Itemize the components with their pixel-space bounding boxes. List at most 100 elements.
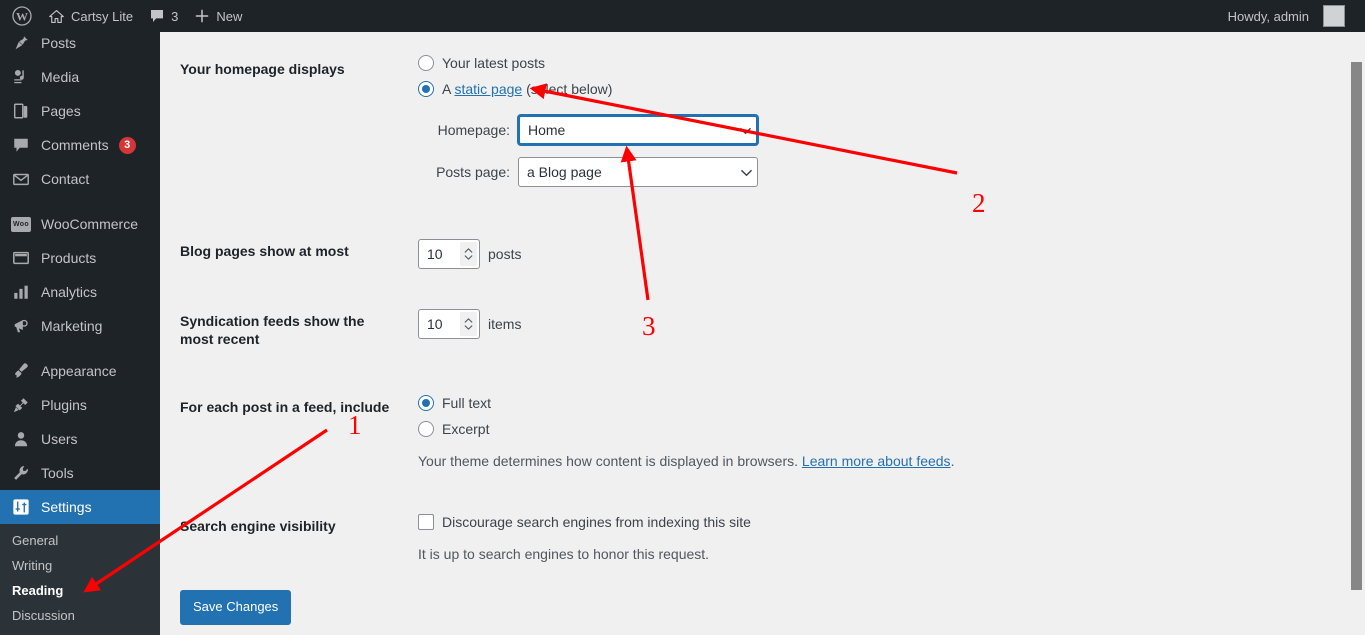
sidebar-item-comments[interactable]: Comments 3 bbox=[0, 128, 160, 162]
label-syndication: Syndication feeds show the most recent bbox=[180, 313, 365, 348]
sidebar-item-users[interactable]: Users bbox=[0, 422, 160, 456]
sidebar-item-posts[interactable]: Posts bbox=[0, 32, 160, 60]
settings-sliders-icon bbox=[11, 497, 31, 517]
sidebar-label: Appearance bbox=[41, 363, 117, 379]
homepage-select-row: Homepage: Home bbox=[418, 115, 1355, 145]
postspage-select-row: Posts page: a Blog page bbox=[418, 157, 1355, 187]
sidebar-item-contact[interactable]: Contact bbox=[0, 162, 160, 196]
search-visibility-hint: It is up to search engines to honor this… bbox=[418, 546, 710, 563]
postspage-select-value: a Blog page bbox=[527, 164, 602, 180]
envelope-icon bbox=[11, 169, 31, 189]
row-syndication: Syndication feeds show the most recent 1… bbox=[160, 284, 1365, 368]
new-content-menu[interactable]: New bbox=[186, 0, 250, 32]
media-icon bbox=[11, 67, 31, 87]
pin-icon bbox=[11, 33, 31, 53]
blog-pages-stepper[interactable] bbox=[460, 242, 477, 266]
sidebar-item-marketing[interactable]: Marketing bbox=[0, 309, 160, 343]
sidebar-item-settings-writing[interactable]: Writing bbox=[0, 553, 160, 578]
comment-bubble-icon bbox=[149, 8, 165, 24]
sidebar-label: Contact bbox=[41, 171, 90, 187]
discourage-search-row[interactable]: Discourage search engines from indexing … bbox=[418, 514, 1355, 531]
sidebar-item-plugins[interactable]: Plugins bbox=[0, 388, 160, 422]
sidebar-item-analytics[interactable]: Analytics bbox=[0, 275, 160, 309]
sidebar-item-pages[interactable]: Pages bbox=[0, 94, 160, 128]
static-page-selects: Homepage: Home Posts page: a Blog page bbox=[418, 115, 1355, 187]
save-changes-button[interactable]: Save Changes bbox=[180, 590, 292, 625]
chevron-down-icon bbox=[740, 127, 751, 136]
sidebar-label: Products bbox=[41, 250, 97, 266]
sidebar-item-tools[interactable]: Tools bbox=[0, 456, 160, 490]
sidebar-label: Analytics bbox=[41, 284, 98, 300]
label-excerpt: Excerpt bbox=[442, 421, 490, 438]
postspage-select-caption: Posts page: bbox=[436, 164, 510, 180]
sidebar-item-woocommerce[interactable]: Woo WooCommerce bbox=[0, 207, 160, 241]
comments-count-badge: 3 bbox=[118, 136, 136, 154]
megaphone-icon bbox=[11, 316, 31, 336]
annotation-number-2: 2 bbox=[972, 188, 986, 218]
sidebar-label: Tools bbox=[41, 465, 74, 481]
discourage-search-checkbox[interactable] bbox=[418, 514, 434, 531]
sidebar-label: Users bbox=[41, 431, 78, 447]
sidebar-item-settings[interactable]: Settings bbox=[0, 490, 160, 524]
chevron-down-icon bbox=[741, 169, 752, 178]
plus-icon bbox=[194, 8, 210, 24]
syndication-input[interactable]: 10 bbox=[418, 309, 480, 339]
radio-full-text[interactable] bbox=[418, 395, 434, 412]
label-feed-include: For each post in a feed, include bbox=[180, 399, 390, 416]
row-blog-pages: Blog pages show at most 10 posts bbox=[160, 214, 1365, 284]
option-excerpt[interactable]: Excerpt bbox=[418, 421, 1355, 438]
option-static-page[interactable]: A static page (select below) bbox=[418, 81, 1355, 97]
postspage-select[interactable]: a Blog page bbox=[518, 157, 758, 187]
submit-area: Save Changes bbox=[160, 580, 1365, 625]
sidebar-label: Comments bbox=[41, 137, 109, 153]
howdy-label: Howdy, admin bbox=[1227, 8, 1309, 24]
comment-bubble-icon bbox=[11, 135, 31, 155]
sidebar-item-media[interactable]: Media bbox=[0, 60, 160, 94]
page-scrollbar[interactable] bbox=[1349, 32, 1365, 635]
row-homepage-displays: Your homepage displays Your latest posts… bbox=[160, 40, 1365, 214]
feed-hint-suffix: . bbox=[950, 453, 955, 470]
learn-more-feeds-link[interactable]: Learn more about feeds bbox=[802, 453, 951, 469]
sidebar-label: Plugins bbox=[41, 397, 87, 413]
sidebar-item-appearance[interactable]: Appearance bbox=[0, 354, 160, 388]
wordpress-logo-menu[interactable]: W bbox=[4, 0, 40, 32]
site-name-label: Cartsy Lite bbox=[71, 8, 134, 24]
blog-pages-input[interactable]: 10 bbox=[418, 239, 480, 269]
sidebar-label: Posts bbox=[41, 35, 77, 51]
comments-menu[interactable]: 3 bbox=[141, 0, 186, 32]
my-account-menu[interactable]: Howdy, admin bbox=[1220, 0, 1353, 32]
option-latest-posts[interactable]: Your latest posts bbox=[418, 55, 1355, 71]
syndication-stepper[interactable] bbox=[460, 312, 477, 336]
sidebar-label: Settings bbox=[41, 499, 92, 515]
static-prefix: A bbox=[442, 81, 455, 97]
wordpress-logo-icon: W bbox=[12, 6, 32, 26]
sidebar-item-settings-general[interactable]: General bbox=[0, 528, 160, 553]
option-full-text[interactable]: Full text bbox=[418, 395, 1355, 412]
label-homepage-displays: Your homepage displays bbox=[180, 61, 345, 77]
label-blog-pages: Blog pages show at most bbox=[180, 243, 349, 259]
label-static-page: A static page (select below) bbox=[442, 81, 612, 97]
row-search-visibility: Search engine visibility Discourage sear… bbox=[160, 487, 1365, 580]
chart-bars-icon bbox=[11, 282, 31, 302]
sidebar-item-settings-discussion[interactable]: Discussion bbox=[0, 603, 160, 628]
homepage-select-caption: Homepage: bbox=[437, 122, 510, 138]
sidebar-item-products[interactable]: Products bbox=[0, 241, 160, 275]
row-feed-include: For each post in a feed, include Full te… bbox=[160, 368, 1365, 487]
syndication-control: 10 items bbox=[418, 309, 1355, 339]
radio-excerpt[interactable] bbox=[418, 421, 434, 438]
label-search-visibility: Search engine visibility bbox=[180, 518, 336, 535]
radio-latest-posts[interactable] bbox=[418, 55, 434, 71]
homepage-select[interactable]: Home bbox=[518, 115, 758, 145]
scrollbar-thumb[interactable] bbox=[1351, 62, 1362, 590]
homepage-select-value: Home bbox=[528, 122, 566, 138]
comments-count: 3 bbox=[171, 8, 179, 24]
radio-static-page[interactable] bbox=[418, 81, 434, 97]
sidebar-label: Media bbox=[41, 69, 80, 85]
sidebar-item-settings-reading[interactable]: Reading bbox=[0, 578, 160, 603]
admin-bar-left: W Cartsy Lite 3 New bbox=[0, 0, 250, 32]
new-content-label: New bbox=[216, 8, 243, 24]
sidebar-label: WooCommerce bbox=[41, 216, 138, 232]
site-name-menu[interactable]: Cartsy Lite bbox=[40, 0, 141, 32]
static-page-link[interactable]: static page bbox=[454, 81, 522, 97]
label-latest-posts: Your latest posts bbox=[442, 55, 545, 71]
